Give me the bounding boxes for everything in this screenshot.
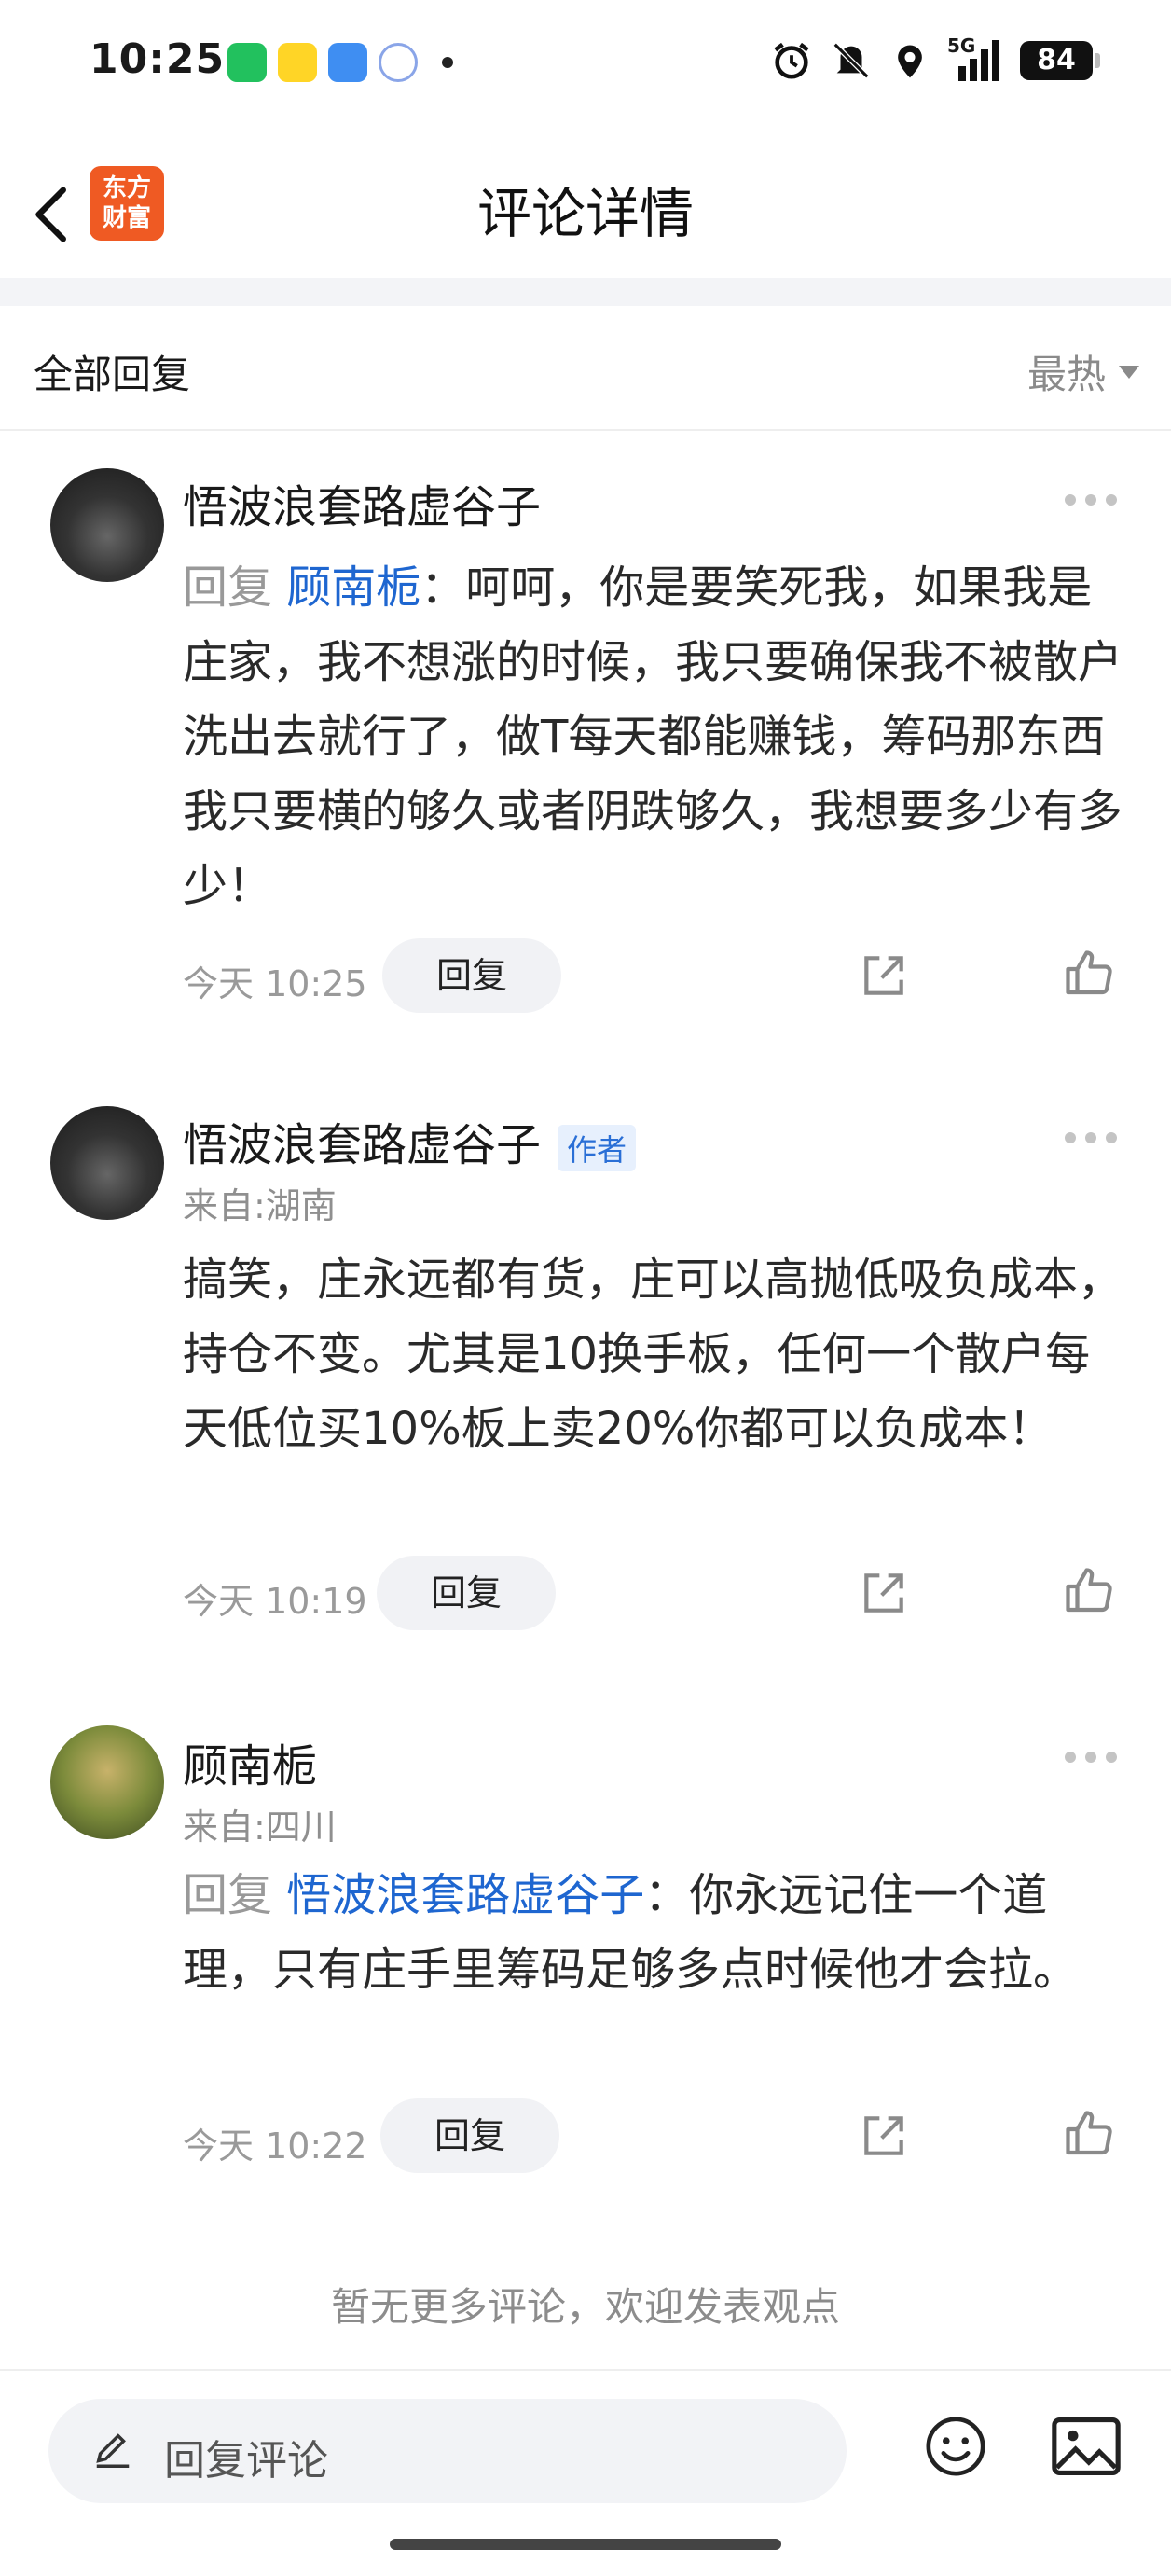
- chevron-down-icon: [1119, 365, 1139, 379]
- username[interactable]: 悟波浪套路虚谷子: [183, 470, 541, 535]
- location-label: 来自:湖南: [183, 1185, 337, 1226]
- share-icon[interactable]: [858, 949, 910, 1002]
- username[interactable]: 顾南栀: [183, 1729, 317, 1794]
- comment-text: 回复 悟波浪套路虚谷子：你永远记住一个道理，只有庄手里筹码足够多点时候他才会拉。: [183, 1858, 1124, 2007]
- nav-bar: 东方 财富 评论详情: [0, 149, 1171, 280]
- reply-button[interactable]: 回复: [377, 1556, 556, 1630]
- page-title: 评论详情: [476, 182, 694, 245]
- filter-row: 全部回复 最热: [0, 306, 1171, 431]
- share-icon[interactable]: [858, 2110, 910, 2162]
- username[interactable]: 悟波浪套路虚谷子: [183, 1119, 541, 1171]
- avatar[interactable]: [50, 468, 164, 582]
- like-icon[interactable]: [1061, 946, 1117, 1002]
- weather-app-icon: [328, 43, 367, 82]
- sort-dropdown[interactable]: 最热: [1027, 343, 1139, 400]
- app-notification-icon: [278, 43, 317, 82]
- more-icon[interactable]: [1065, 1132, 1117, 1143]
- reply-button[interactable]: 回复: [380, 2098, 559, 2173]
- mute-icon: [833, 42, 870, 79]
- alarm-icon: [774, 42, 809, 79]
- like-icon[interactable]: [1061, 2106, 1117, 2162]
- reply-prefix: 回复: [183, 1869, 287, 1921]
- reply-target-link[interactable]: 顾南栀: [286, 561, 420, 614]
- comment-text: 搞笑，庄永远都有货，庄可以高抛低吸负成本，持仓不变。尤其是10换手板，任何一个散…: [183, 1242, 1124, 1466]
- comment-text: 回复 顾南栀：呵呵，你是要笑死我，如果我是庄家，我不想涨的时候，我只要确保我不被…: [183, 550, 1124, 923]
- location-icon: [898, 45, 922, 78]
- bottom-input-bar: 回复评论: [0, 2369, 1171, 2576]
- pen-icon: [96, 2433, 130, 2468]
- status-time: 10:25: [90, 35, 226, 83]
- battery-indicator: 84: [1020, 41, 1100, 80]
- image-icon[interactable]: [1052, 2416, 1121, 2477]
- avatar[interactable]: [50, 1106, 164, 1220]
- all-replies-label: 全部回复: [34, 352, 191, 397]
- notification-icons: [227, 43, 453, 82]
- comment-body: 搞笑，庄永远都有货，庄可以高抛低吸负成本，持仓不变。尤其是10换手板，任何一个散…: [183, 1253, 1123, 1455]
- no-more-comments-label: 暂无更多评论，欢迎发表观点: [330, 2284, 840, 2330]
- username-row: 悟波浪套路虚谷子 作者: [183, 1108, 637, 1173]
- reply-prefix: 回复: [183, 561, 287, 614]
- like-icon[interactable]: [1061, 1563, 1117, 1619]
- more-icon[interactable]: [1065, 1752, 1117, 1763]
- wechat-icon: [227, 43, 267, 82]
- share-icon[interactable]: [858, 1567, 910, 1619]
- avatar[interactable]: [50, 1725, 164, 1839]
- home-indicator[interactable]: [390, 2539, 781, 2550]
- author-badge: 作者: [558, 1125, 637, 1171]
- location-label: 来自:四川: [183, 1807, 337, 1848]
- system-icons: 5G 84: [770, 35, 1100, 82]
- section-divider: [0, 278, 1171, 306]
- reply-target-link[interactable]: 悟波浪套路虚谷子: [286, 1869, 644, 1921]
- more-notifications-dot: [442, 57, 453, 68]
- signal-icon: [958, 40, 999, 81]
- timestamp: 今天 10:25: [183, 963, 367, 1004]
- reply-input[interactable]: 回复评论: [48, 2399, 847, 2503]
- sort-label: 最热: [1026, 352, 1106, 397]
- status-bar: 10:25 5G 84: [0, 0, 1171, 131]
- cluster-app-icon: [379, 43, 418, 82]
- timestamp: 今天 10:22: [183, 2126, 367, 2167]
- timestamp: 今天 10:19: [183, 1581, 367, 1622]
- comment-body: ：呵呵，你是要笑死我，如果我是庄家，我不想涨的时候，我只要确保我不被散户洗出去就…: [183, 561, 1123, 912]
- reply-input-placeholder: 回复评论: [164, 2437, 328, 2485]
- more-icon[interactable]: [1065, 494, 1117, 506]
- network-indicator: 5G: [947, 35, 1003, 81]
- reply-button[interactable]: 回复: [382, 938, 561, 1013]
- emoji-icon[interactable]: [923, 2414, 988, 2479]
